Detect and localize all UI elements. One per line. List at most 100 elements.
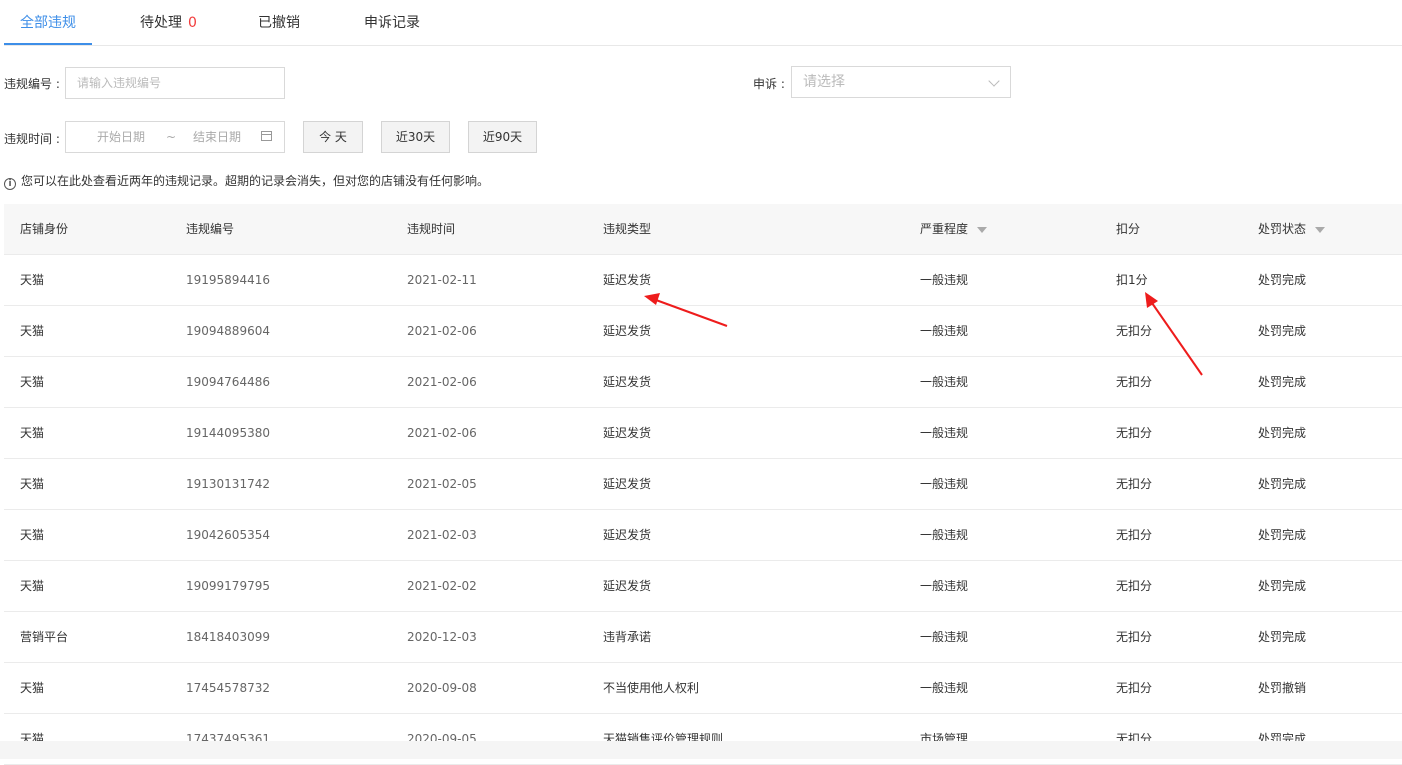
bottom-scroll-area — [0, 741, 1402, 759]
cell-violation-time: 2021-02-03 — [407, 528, 477, 542]
table-row: 天猫 19195894416 2021-02-11 延迟发货 一般违规 扣1分 处罚完成 — [4, 255, 1402, 306]
table-header: 店铺身份 违规编号 违规时间 违规类型 严重程度 扣分 处罚状态 — [4, 204, 1402, 255]
cell-penalty-status: 处罚完成 — [1258, 477, 1307, 491]
date-range-picker[interactable]: 开始日期 ~ 结束日期 — [65, 121, 285, 153]
cell-deduction: 无扣分 — [1116, 324, 1153, 338]
table-row: 天猫 19042605354 2021-02-03 延迟发货 一般违规 无扣分 处罚完成 — [4, 510, 1402, 561]
col-header-severity: 严重程度 — [920, 204, 988, 254]
range-separator: ~ — [166, 130, 177, 144]
cell-violation-no: 19195894416 — [186, 273, 270, 287]
violation-no-input[interactable] — [65, 67, 285, 99]
table-body: 天猫 19195894416 2021-02-11 延迟发货 一般违规 扣1分 处罚完成 天猫… — [4, 255, 1402, 765]
cell-deduction: 无扣分 — [1116, 426, 1153, 440]
cell-shop-identity: 天猫 — [20, 681, 45, 695]
cell-severity: 一般违规 — [920, 477, 969, 491]
start-date-placeholder: 开始日期 — [97, 130, 146, 144]
col-header-deduction: 扣分 — [1116, 222, 1141, 236]
tab-label: 全部违规 — [20, 15, 76, 31]
cell-penalty-status: 处罚完成 — [1258, 426, 1307, 440]
cell-penalty-status: 处罚完成 — [1258, 528, 1307, 542]
cell-violation-type: 延迟发货 — [603, 528, 652, 542]
col-header-label: 严重程度 — [920, 222, 969, 236]
cell-violation-no: 19130131742 — [186, 477, 270, 491]
table-row: 天猫 19130131742 2021-02-05 延迟发货 一般违规 无扣分 处罚完成 — [4, 459, 1402, 510]
filter-icon[interactable] — [1315, 227, 1326, 233]
cell-penalty-status: 处罚完成 — [1258, 630, 1307, 644]
cell-deduction: 无扣分 — [1116, 375, 1153, 389]
cell-violation-no: 19094889604 — [186, 324, 270, 338]
cell-violation-no: 18418403099 — [186, 630, 270, 644]
last-90-days-button[interactable]: 近90天 — [468, 121, 537, 153]
cell-severity: 一般违规 — [920, 273, 969, 287]
cell-violation-time: 2021-02-06 — [407, 426, 477, 440]
cell-severity: 一般违规 — [920, 579, 969, 593]
cell-violation-no: 17454578732 — [186, 681, 270, 695]
cell-violation-time: 2021-02-05 — [407, 477, 477, 491]
table-row: 天猫 19094764486 2021-02-06 延迟发货 一般违规 无扣分 处罚完成 — [4, 357, 1402, 408]
cell-severity: 一般违规 — [920, 528, 969, 542]
tab-revoked[interactable]: 已撤销 — [258, 0, 300, 45]
cell-penalty-status: 处罚完成 — [1258, 324, 1307, 338]
appeal-select-placeholder: 请选择 — [803, 74, 845, 90]
col-header-label: 处罚状态 — [1258, 222, 1307, 236]
table-row: 天猫 19099179795 2021-02-02 延迟发货 一般违规 无扣分 处罚完成 — [4, 561, 1402, 612]
tab-label: 待处理 — [140, 15, 182, 31]
cell-violation-type: 延迟发货 — [603, 477, 652, 491]
cell-violation-time: 2021-02-11 — [407, 273, 477, 287]
cell-severity: 一般违规 — [920, 426, 969, 440]
cell-deduction: 无扣分 — [1116, 579, 1153, 593]
cell-shop-identity: 天猫 — [20, 375, 45, 389]
cell-severity: 一般违规 — [920, 324, 969, 338]
cell-shop-identity: 天猫 — [20, 477, 45, 491]
tab-bar: 全部违规 待处理 0 已撤销 申诉记录 — [4, 0, 1402, 46]
cell-violation-type: 延迟发货 — [603, 426, 652, 440]
calendar-icon — [261, 131, 272, 141]
cell-severity: 一般违规 — [920, 375, 969, 389]
tab-pending[interactable]: 待处理 0 — [140, 0, 197, 45]
cell-penalty-status: 处罚完成 — [1258, 375, 1307, 389]
cell-deduction: 无扣分 — [1116, 630, 1153, 644]
cell-deduction: 无扣分 — [1116, 528, 1153, 542]
col-header-shop-identity: 店铺身份 — [20, 222, 69, 236]
pending-count-badge: 0 — [188, 15, 197, 31]
end-date-placeholder: 结束日期 — [193, 130, 242, 144]
cell-violation-no: 19099179795 — [186, 579, 270, 593]
table-row: 天猫 17454578732 2020-09-08 不当使用他人权利 一般违规 无扣分 处罚… — [4, 663, 1402, 714]
cell-violation-type: 违背承诺 — [603, 630, 652, 644]
filter-icon[interactable] — [977, 227, 988, 233]
table-row: 天猫 19144095380 2021-02-06 延迟发货 一般违规 无扣分 处罚完成 — [4, 408, 1402, 459]
col-header-violation-no: 违规编号 — [186, 222, 235, 236]
cell-deduction: 扣1分 — [1116, 273, 1148, 287]
cell-violation-time: 2021-02-06 — [407, 324, 477, 338]
cell-violation-type: 延迟发货 — [603, 324, 652, 338]
cell-violation-time: 2020-12-03 — [407, 630, 477, 644]
violation-table: 店铺身份 违规编号 违规时间 违规类型 严重程度 扣分 处罚状态 天猫 19195… — [4, 204, 1402, 765]
cell-shop-identity: 天猫 — [20, 579, 45, 593]
cell-violation-time: 2021-02-02 — [407, 579, 477, 593]
table-row: 营销平台 18418403099 2020-12-03 违背承诺 一般违规 无扣分 处罚完成 — [4, 612, 1402, 663]
tab-label: 已撤销 — [258, 15, 300, 31]
today-button[interactable]: 今 天 — [303, 121, 363, 153]
cell-shop-identity: 天猫 — [20, 528, 45, 542]
cell-violation-time: 2021-02-06 — [407, 375, 477, 389]
cell-violation-no: 19042605354 — [186, 528, 270, 542]
notice-text: 您可以在此处查看近两年的违规记录。超期的记录会消失，但对您的店铺没有任何影响。 — [21, 174, 490, 188]
chevron-down-icon — [988, 75, 1000, 87]
col-header-penalty-status: 处罚状态 — [1258, 204, 1326, 254]
appeal-select[interactable]: 请选择 — [791, 66, 1011, 98]
cell-severity: 一般违规 — [920, 681, 969, 695]
cell-penalty-status: 处罚撤销 — [1258, 681, 1307, 695]
cell-violation-type: 延迟发货 — [603, 273, 652, 287]
tab-appeal-records[interactable]: 申诉记录 — [364, 0, 420, 45]
cell-violation-time: 2020-09-08 — [407, 681, 477, 695]
violation-time-label: 违规时间 : — [4, 132, 60, 146]
tab-all-violations[interactable]: 全部违规 — [20, 0, 76, 45]
cell-deduction: 无扣分 — [1116, 477, 1153, 491]
cell-shop-identity: 天猫 — [20, 273, 45, 287]
cell-penalty-status: 处罚完成 — [1258, 273, 1307, 287]
appeal-label: 申诉 : — [753, 77, 785, 91]
cell-violation-no: 19144095380 — [186, 426, 270, 440]
info-icon: i — [4, 178, 16, 190]
last-30-days-button[interactable]: 近30天 — [381, 121, 450, 153]
cell-severity: 一般违规 — [920, 630, 969, 644]
